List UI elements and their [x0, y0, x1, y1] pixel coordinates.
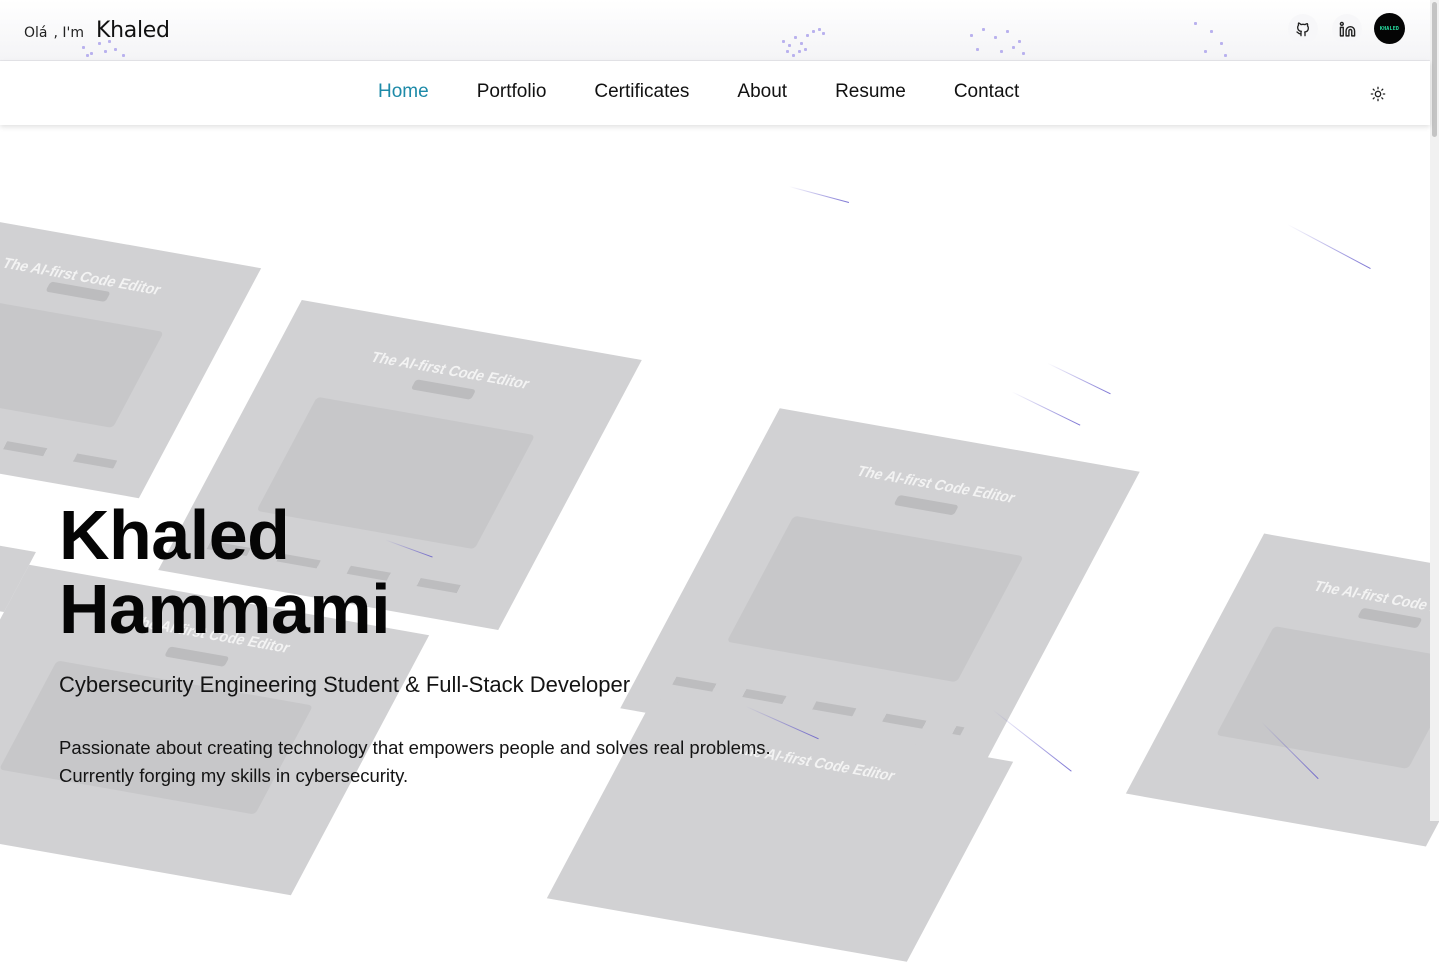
nav-contact[interactable]: Contact — [954, 81, 1019, 103]
greeting-intro: , I'm — [53, 25, 85, 41]
light-streak — [1047, 362, 1111, 395]
greeting-word: Olá — [24, 25, 48, 41]
hero-last-name: Hammami — [59, 570, 391, 648]
nav-about[interactable]: About — [737, 81, 787, 103]
nav-certificates[interactable]: Certificates — [594, 81, 689, 103]
nav-home[interactable]: Home — [378, 81, 429, 103]
scrollbar-thumb[interactable] — [1432, 2, 1437, 137]
logo-text: KHALED — [1379, 25, 1400, 32]
hero-name: Khaled Hammami — [59, 496, 391, 648]
github-link[interactable] — [1288, 14, 1318, 44]
greeting: Olá , I'm Khaled — [24, 18, 170, 43]
light-streak — [1011, 391, 1081, 426]
theme-toggle-button[interactable] — [1366, 82, 1390, 106]
hero-description: Passionate about creating technology tha… — [59, 734, 771, 790]
header-name: Khaled — [96, 18, 170, 43]
hero-description-line: Passionate about creating technology tha… — [59, 737, 771, 758]
logo-avatar[interactable]: KHALED — [1374, 13, 1405, 44]
nav-portfolio[interactable]: Portfolio — [477, 81, 547, 103]
sun-icon — [1370, 86, 1386, 102]
hero-role: Cybersecurity Engineering Student & Full… — [59, 672, 631, 697]
hero-first-name: Khaled — [59, 496, 290, 574]
github-icon — [1296, 22, 1309, 37]
background-card: The AI-first Code Editor — [1125, 533, 1439, 847]
light-streak — [788, 185, 850, 204]
nav-resume[interactable]: Resume — [835, 81, 906, 103]
hero-description-line: Currently forging my skills in cybersecu… — [59, 765, 409, 786]
page-scrollbar[interactable] — [1430, 0, 1439, 821]
linkedin-icon — [1339, 21, 1355, 37]
top-bar: Olá , I'm Khaled KHALED — [0, 0, 1430, 61]
nav-links: Home Portfolio Certificates About Resume… — [378, 81, 1019, 103]
linkedin-link[interactable] — [1332, 14, 1362, 44]
main-nav: Home Portfolio Certificates About Resume… — [0, 61, 1430, 125]
light-streak — [1287, 223, 1371, 270]
